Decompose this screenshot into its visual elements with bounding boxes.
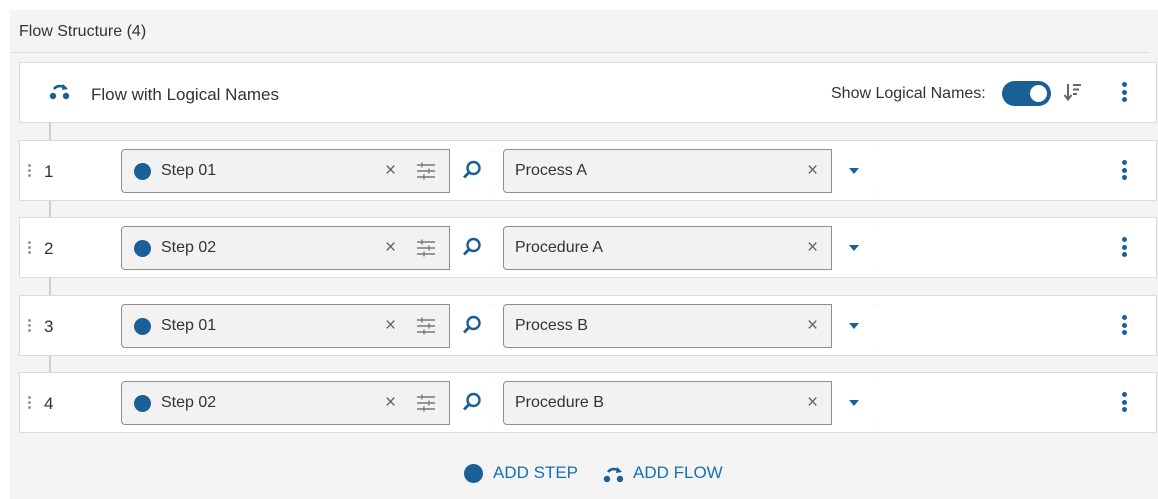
search-icon bbox=[463, 315, 481, 334]
step-input[interactable]: Step 01 × bbox=[121, 304, 493, 348]
search-button[interactable] bbox=[449, 226, 493, 270]
step-input[interactable]: Step 02 × bbox=[121, 226, 493, 270]
connector bbox=[49, 278, 51, 295]
step-icon bbox=[134, 163, 151, 180]
filter-settings-icon[interactable] bbox=[416, 161, 436, 186]
flow-icon bbox=[603, 467, 624, 483]
row-more-options-icon[interactable] bbox=[1122, 315, 1128, 335]
process-dropdown-button[interactable] bbox=[831, 304, 876, 348]
drag-handle-icon[interactable] bbox=[28, 319, 32, 334]
step-value: Step 02 bbox=[161, 239, 217, 256]
process-value: Procedure A bbox=[515, 239, 604, 256]
clear-process-icon[interactable]: × bbox=[807, 161, 818, 181]
panel-title: Flow Structure (4) bbox=[19, 23, 147, 40]
step-icon bbox=[134, 395, 151, 412]
process-value: Process A bbox=[515, 162, 588, 179]
process-select[interactable]: Process B × bbox=[503, 304, 876, 348]
step-value: Step 01 bbox=[161, 317, 217, 334]
process-value: Procedure B bbox=[515, 394, 604, 411]
flow-step-row: 4 Step 02 × Procedure B × bbox=[19, 372, 1157, 433]
search-button[interactable] bbox=[449, 381, 493, 425]
process-dropdown-button[interactable] bbox=[831, 226, 876, 270]
chevron-down-icon bbox=[849, 168, 859, 174]
connector bbox=[49, 200, 51, 217]
add-flow-label: ADD FLOW bbox=[633, 463, 723, 482]
flow-icon bbox=[49, 81, 71, 106]
process-select[interactable]: Procedure B × bbox=[503, 381, 876, 425]
clear-step-icon[interactable]: × bbox=[385, 393, 396, 413]
show-logical-names-toggle[interactable] bbox=[1002, 81, 1051, 106]
search-button[interactable] bbox=[449, 149, 493, 193]
drag-handle-icon[interactable] bbox=[28, 164, 32, 179]
toggle-knob bbox=[1030, 85, 1047, 102]
show-logical-names-label: Show Logical Names: bbox=[831, 85, 986, 102]
flow-more-options-icon[interactable] bbox=[1122, 82, 1128, 102]
flow-step-row: 1 Step 01 × Process A × bbox=[19, 140, 1157, 201]
flow-step-row: 3 Step 01 × Process B × bbox=[19, 295, 1157, 356]
row-number: 4 bbox=[44, 394, 54, 413]
clear-process-icon[interactable]: × bbox=[807, 393, 818, 413]
panel-header: Flow Structure (4) bbox=[10, 10, 1148, 53]
step-input[interactable]: Step 02 × bbox=[121, 381, 493, 425]
connector bbox=[49, 355, 51, 372]
clear-process-icon[interactable]: × bbox=[807, 316, 818, 336]
clear-step-icon[interactable]: × bbox=[385, 316, 396, 336]
step-input[interactable]: Step 01 × bbox=[121, 149, 493, 193]
step-icon bbox=[134, 240, 151, 257]
search-icon bbox=[463, 237, 481, 256]
clear-process-icon[interactable]: × bbox=[807, 238, 818, 258]
flow-structure-panel: Flow Structure (4) Flow with Logical Nam… bbox=[10, 10, 1158, 499]
process-select[interactable]: Process A × bbox=[503, 149, 876, 193]
step-value: Step 02 bbox=[161, 394, 217, 411]
clear-step-icon[interactable]: × bbox=[385, 161, 396, 181]
row-more-options-icon[interactable] bbox=[1122, 237, 1128, 257]
flow-name: Flow with Logical Names bbox=[91, 85, 280, 104]
row-more-options-icon[interactable] bbox=[1122, 160, 1128, 180]
step-icon bbox=[134, 318, 151, 335]
filter-settings-icon[interactable] bbox=[416, 393, 436, 418]
drag-handle-icon[interactable] bbox=[28, 241, 32, 256]
chevron-down-icon bbox=[849, 323, 859, 329]
flow-step-row: 2 Step 02 × Procedure A × bbox=[19, 217, 1157, 278]
search-icon bbox=[463, 160, 481, 179]
filter-settings-icon[interactable] bbox=[416, 238, 436, 263]
clear-step-icon[interactable]: × bbox=[385, 238, 396, 258]
chevron-down-icon bbox=[849, 245, 859, 251]
add-step-label: ADD STEP bbox=[493, 463, 579, 482]
drag-handle-icon[interactable] bbox=[28, 396, 32, 411]
connector bbox=[49, 123, 51, 140]
step-icon bbox=[464, 464, 483, 483]
row-more-options-icon[interactable] bbox=[1122, 392, 1128, 412]
step-value: Step 01 bbox=[161, 162, 217, 179]
chevron-down-icon bbox=[849, 400, 859, 406]
filter-settings-icon[interactable] bbox=[416, 316, 436, 341]
row-number: 3 bbox=[44, 317, 54, 336]
process-value: Process B bbox=[515, 317, 588, 334]
process-select[interactable]: Procedure A × bbox=[503, 226, 876, 270]
search-button[interactable] bbox=[449, 304, 493, 348]
process-dropdown-button[interactable] bbox=[831, 149, 876, 193]
flow-card: Flow with Logical Names Show Logical Nam… bbox=[19, 62, 1157, 123]
row-number: 2 bbox=[44, 239, 54, 258]
process-dropdown-button[interactable] bbox=[831, 381, 876, 425]
row-number: 1 bbox=[44, 162, 54, 181]
sort-icon[interactable] bbox=[1063, 82, 1083, 107]
search-icon bbox=[463, 392, 481, 411]
